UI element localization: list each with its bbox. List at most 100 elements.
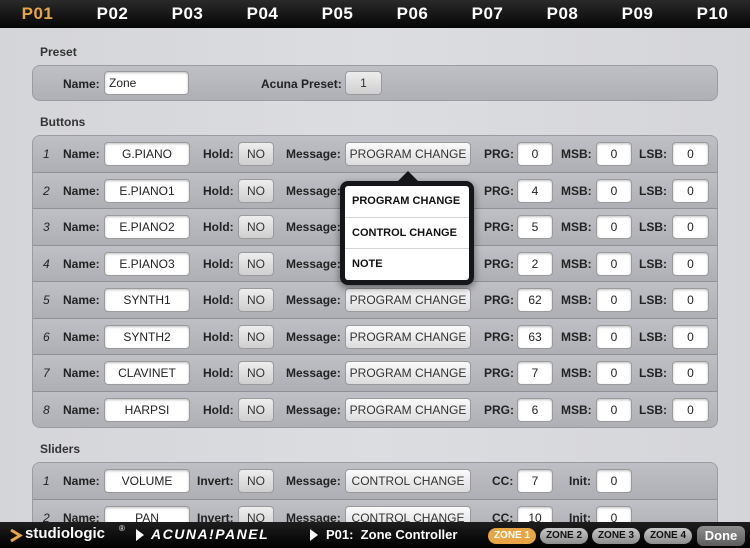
tab-p06[interactable]: P06 xyxy=(375,4,450,24)
button-name-field[interactable]: SYNTH1 xyxy=(104,288,190,312)
msb-field[interactable]: 0 xyxy=(596,142,632,166)
hold-label: Hold: xyxy=(203,256,234,271)
cc-field[interactable]: 7 xyxy=(517,469,553,493)
msb-field[interactable]: 0 xyxy=(596,361,632,385)
hold-toggle[interactable]: NO xyxy=(238,397,274,422)
hold-toggle[interactable]: NO xyxy=(238,251,274,276)
row-index: 6 xyxy=(43,329,50,344)
done-button[interactable]: Done xyxy=(697,526,745,546)
hold-toggle[interactable]: NO xyxy=(238,215,274,239)
init-field[interactable]: 0 xyxy=(596,505,632,522)
message-selector[interactable]: PROGRAM CHANGE xyxy=(345,361,471,385)
lsb-field[interactable]: 0 xyxy=(672,361,709,385)
msb-label: MSB: xyxy=(561,220,592,234)
prg-field[interactable]: 62 xyxy=(517,288,553,312)
tab-p01[interactable]: P01 xyxy=(0,4,75,24)
invert-toggle[interactable]: NO xyxy=(238,505,274,522)
button-name-field[interactable]: G.PIANO xyxy=(104,142,190,166)
message-selector[interactable]: PROGRAM CHANGE xyxy=(345,142,471,166)
lsb-field[interactable]: 0 xyxy=(672,215,709,239)
lsb-field[interactable]: 0 xyxy=(672,251,709,276)
lsb-field[interactable]: 0 xyxy=(672,142,709,166)
cc-field[interactable]: 10 xyxy=(517,505,553,522)
message-selector[interactable]: PROGRAM CHANGE xyxy=(345,288,471,312)
button-name-field[interactable]: SYNTH2 xyxy=(104,324,190,349)
zone-3-button[interactable]: ZONE 3 xyxy=(592,528,640,544)
button-name-field[interactable]: HARPSI xyxy=(104,397,190,422)
preset-name-field[interactable]: Zone Controller xyxy=(104,71,189,100)
prg-field[interactable]: 0 xyxy=(517,142,553,166)
tab-p10[interactable]: P10 xyxy=(675,4,750,24)
msb-field[interactable]: 0 xyxy=(596,178,632,203)
lsb-field[interactable]: 0 xyxy=(672,397,709,422)
prg-label: PRG: xyxy=(484,366,514,380)
message-selector[interactable]: PROGRAM CHANGE xyxy=(345,324,471,349)
preset-tab-bar: P01 P02 P03 P04 P05 P06 P07 P08 P09 P10 xyxy=(0,0,750,28)
tab-p03[interactable]: P03 xyxy=(150,4,225,24)
row-index: 7 xyxy=(43,366,50,380)
prg-label: PRG: xyxy=(484,147,514,161)
message-selector[interactable]: CONTROL CHANGE xyxy=(345,469,471,493)
lsb-label: LSB: xyxy=(639,220,667,234)
slider-row: 1 Name: VOLUME Invert: NO Message: CONTR… xyxy=(33,463,717,500)
tab-p07[interactable]: P07 xyxy=(450,4,525,24)
msb-label: MSB: xyxy=(561,183,592,198)
hold-toggle[interactable]: NO xyxy=(238,324,274,349)
zone-2-button[interactable]: ZONE 2 xyxy=(540,528,588,544)
row-index: 2 xyxy=(43,183,50,198)
prg-field[interactable]: 7 xyxy=(517,361,553,385)
tab-p04[interactable]: P04 xyxy=(225,4,300,24)
prg-field[interactable]: 4 xyxy=(517,178,553,203)
button-name-field[interactable]: E.PIANO3 xyxy=(104,251,190,276)
msb-field[interactable]: 0 xyxy=(596,288,632,312)
message-selector[interactable]: PROGRAM CHANGE xyxy=(345,397,471,422)
lsb-label: LSB: xyxy=(639,183,667,198)
acuna-preset-value[interactable]: 1 xyxy=(345,71,382,95)
tab-p02[interactable]: P02 xyxy=(75,4,150,24)
button-name-field[interactable]: E.PIANO2 xyxy=(104,215,190,239)
lsb-field[interactable]: 0 xyxy=(672,324,709,349)
app: P01 P02 P03 P04 P05 P06 P07 P08 P09 P10 … xyxy=(0,0,750,548)
button-name-field[interactable]: E.PIANO1 xyxy=(104,178,190,203)
msb-field[interactable]: 0 xyxy=(596,215,632,239)
row-index: 8 xyxy=(43,402,50,417)
slider-name-field[interactable]: VOLUME xyxy=(104,469,190,493)
invert-label: Invert: xyxy=(197,474,234,488)
slider-name-field[interactable]: PAN xyxy=(104,505,190,522)
zone-1-button[interactable]: ZONE 1 xyxy=(488,528,536,544)
lsb-field[interactable]: 0 xyxy=(672,288,709,312)
acuna-panel-logo: ACUNA!PANEL xyxy=(151,526,270,542)
tab-p09[interactable]: P09 xyxy=(600,4,675,24)
zone-4-button[interactable]: ZONE 4 xyxy=(644,528,692,544)
hold-toggle[interactable]: NO xyxy=(238,361,274,385)
prg-field[interactable]: 6 xyxy=(517,397,553,422)
prg-field[interactable]: 2 xyxy=(517,251,553,276)
preset-row: Name: Zone Controller Acuna Preset: 1 xyxy=(33,66,717,100)
lsb-field[interactable]: 0 xyxy=(672,178,709,203)
buttons-section-title: Buttons xyxy=(40,115,86,129)
prg-field[interactable]: 5 xyxy=(517,215,553,239)
option-program-change[interactable]: PROGRAM CHANGE xyxy=(345,186,469,218)
message-selector[interactable]: CONTROL CHANGE xyxy=(345,505,471,522)
option-note[interactable]: NOTE xyxy=(345,249,469,280)
current-preset-label: P01: Zone Controller xyxy=(326,527,458,542)
tab-p08[interactable]: P08 xyxy=(525,4,600,24)
invert-label: Invert: xyxy=(197,510,234,523)
option-control-change[interactable]: CONTROL CHANGE xyxy=(345,218,469,249)
msb-label: MSB: xyxy=(561,147,592,161)
msb-field[interactable]: 0 xyxy=(596,251,632,276)
msb-field[interactable]: 0 xyxy=(596,324,632,349)
hold-toggle[interactable]: NO xyxy=(238,178,274,203)
init-field[interactable]: 0 xyxy=(596,469,632,493)
button-name-field[interactable]: CLAVINET xyxy=(104,361,190,385)
hold-toggle[interactable]: NO xyxy=(238,288,274,312)
prg-field[interactable]: 63 xyxy=(517,324,553,349)
message-label: Message: xyxy=(286,474,341,488)
invert-toggle[interactable]: NO xyxy=(238,469,274,493)
msb-field[interactable]: 0 xyxy=(596,397,632,422)
registered-mark: ® xyxy=(119,524,125,533)
hold-toggle[interactable]: NO xyxy=(238,142,274,166)
message-label: Message: xyxy=(286,293,341,307)
button-row: 6 Name: SYNTH2 Hold: NO Message: PROGRAM… xyxy=(33,318,717,355)
tab-p05[interactable]: P05 xyxy=(300,4,375,24)
